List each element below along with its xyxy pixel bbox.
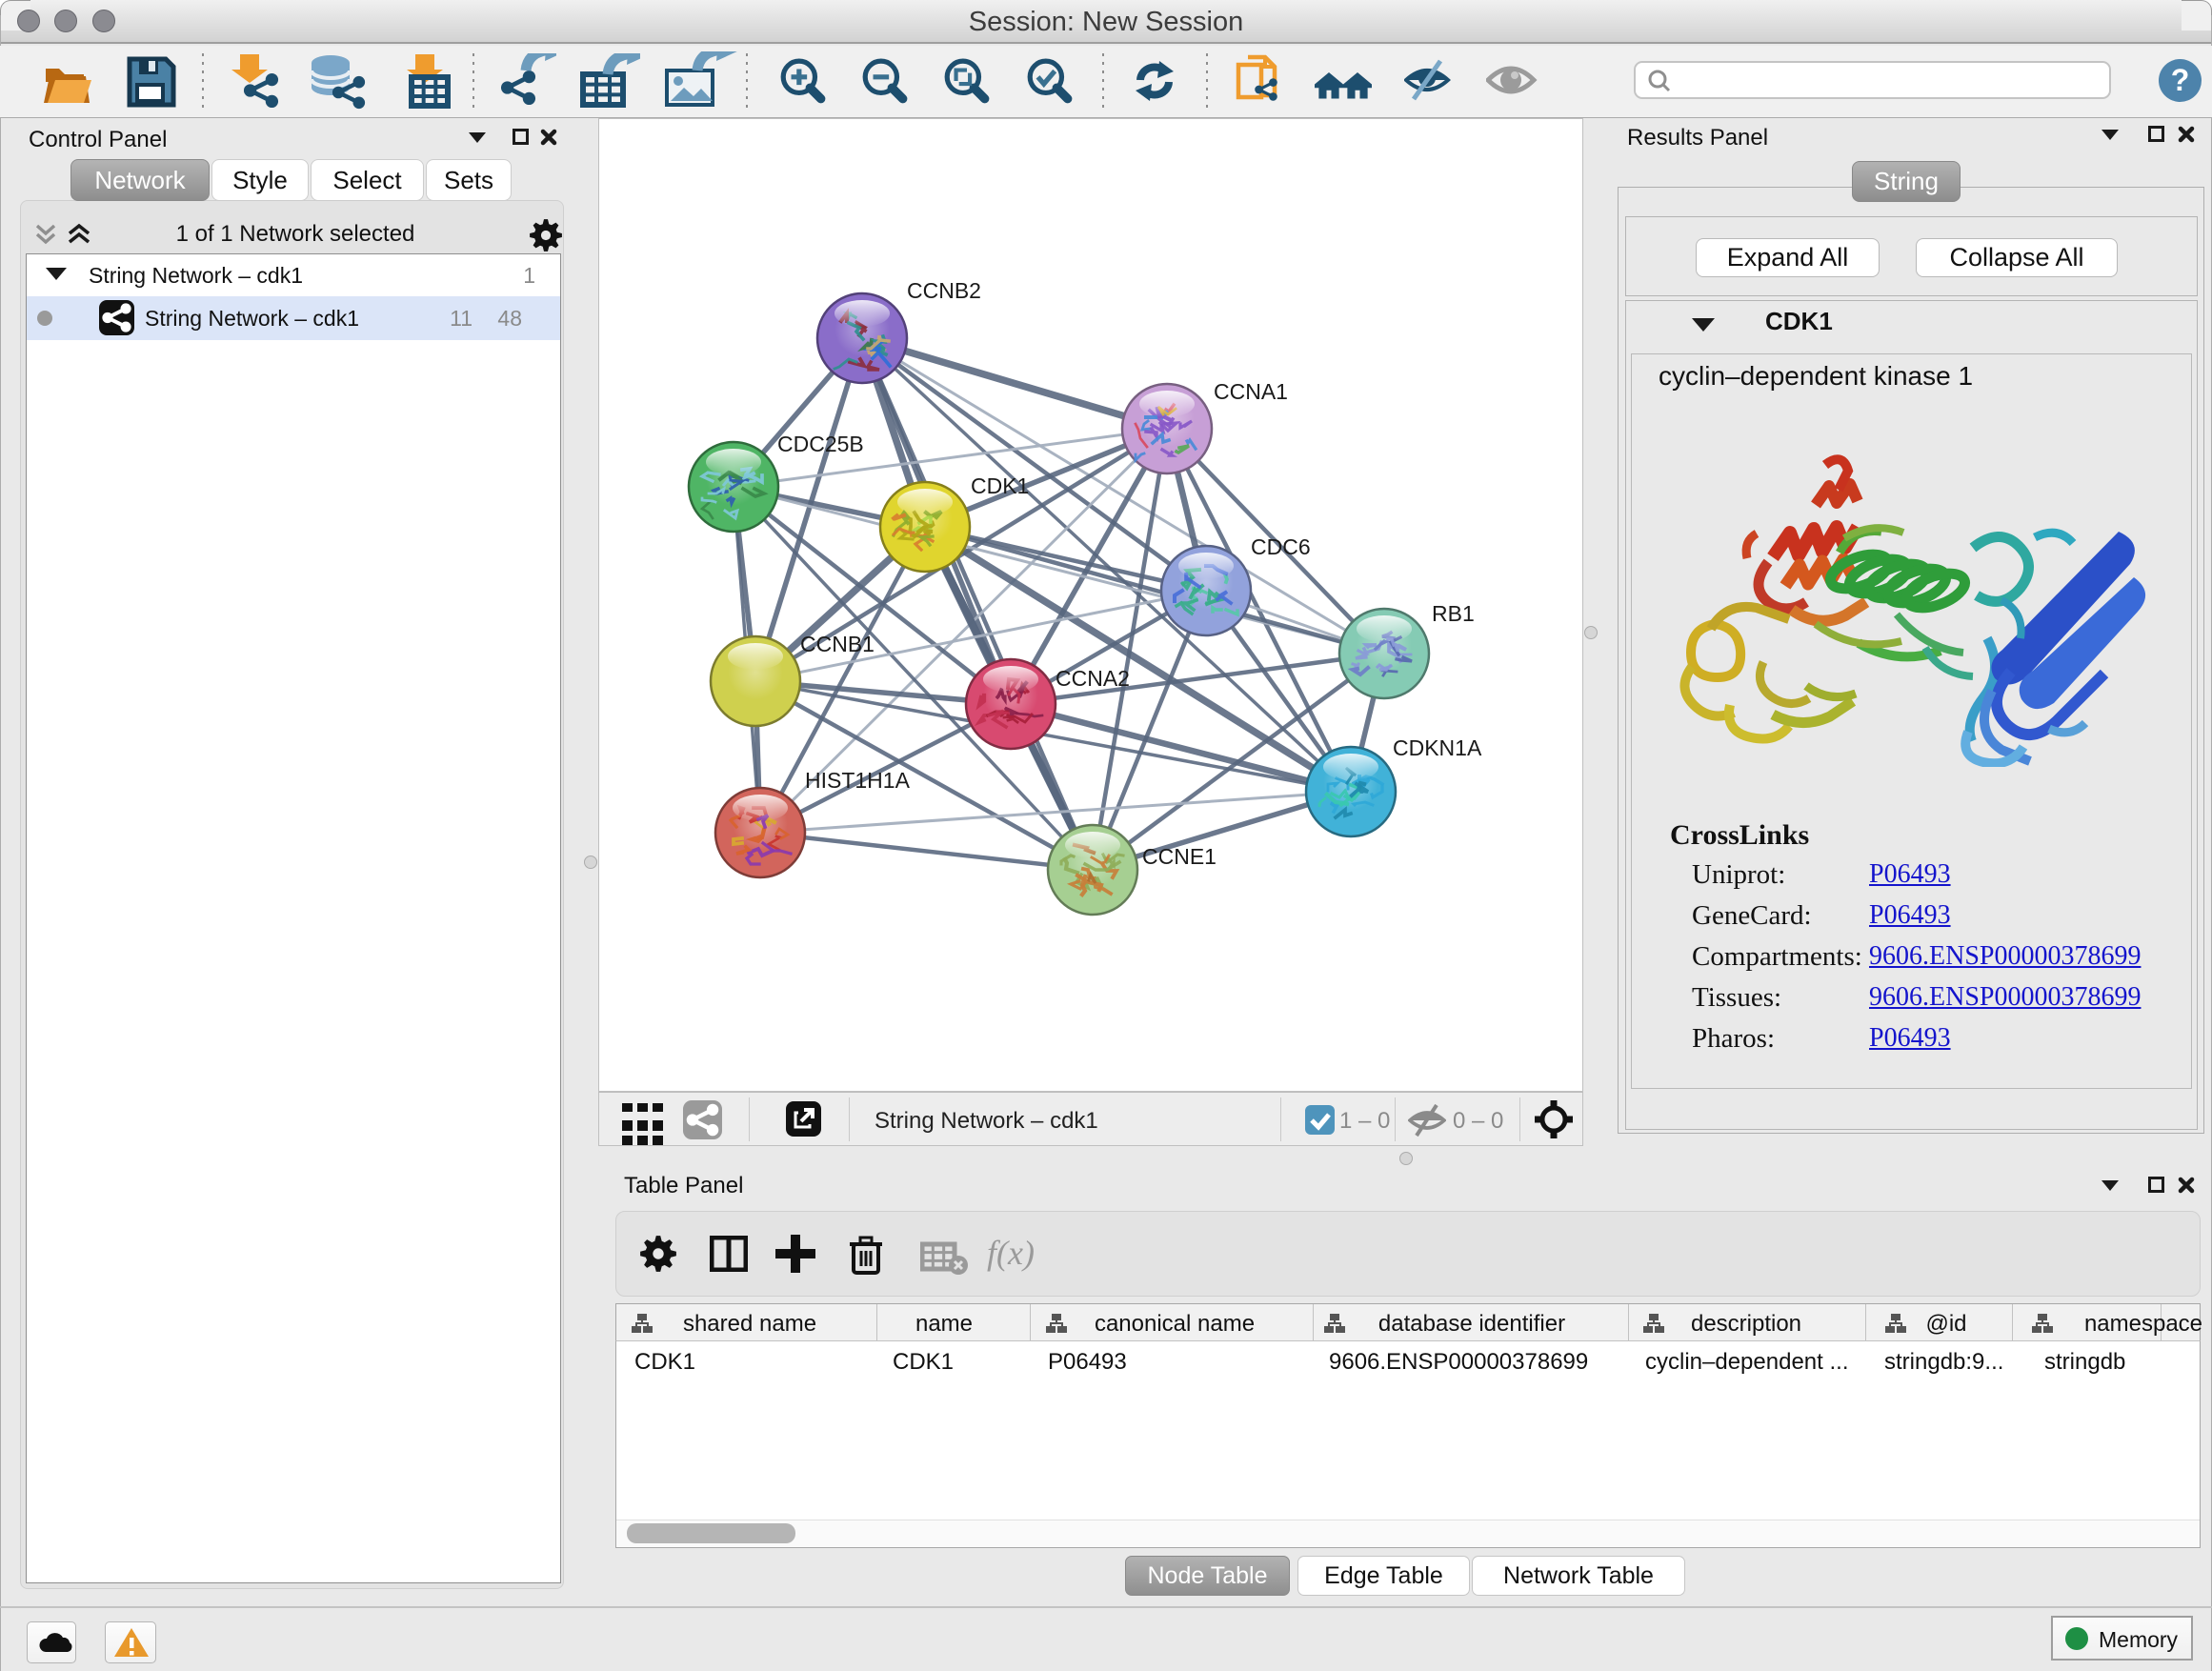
- svg-text:RB1: RB1: [1432, 601, 1475, 626]
- svg-text:CDC25B: CDC25B: [777, 432, 864, 456]
- svg-text:CCNB2: CCNB2: [907, 278, 981, 303]
- svg-text:CDK1: CDK1: [971, 473, 1029, 498]
- svg-text:CDC6: CDC6: [1251, 534, 1311, 559]
- svg-text:CCNA1: CCNA1: [1214, 379, 1288, 404]
- svg-text:HIST1H1A: HIST1H1A: [805, 768, 911, 793]
- svg-text:CCNB1: CCNB1: [800, 632, 875, 656]
- svg-text:CCNE1: CCNE1: [1142, 844, 1217, 869]
- svg-text:CDKN1A: CDKN1A: [1393, 735, 1482, 760]
- svg-text:CCNA2: CCNA2: [1056, 666, 1130, 691]
